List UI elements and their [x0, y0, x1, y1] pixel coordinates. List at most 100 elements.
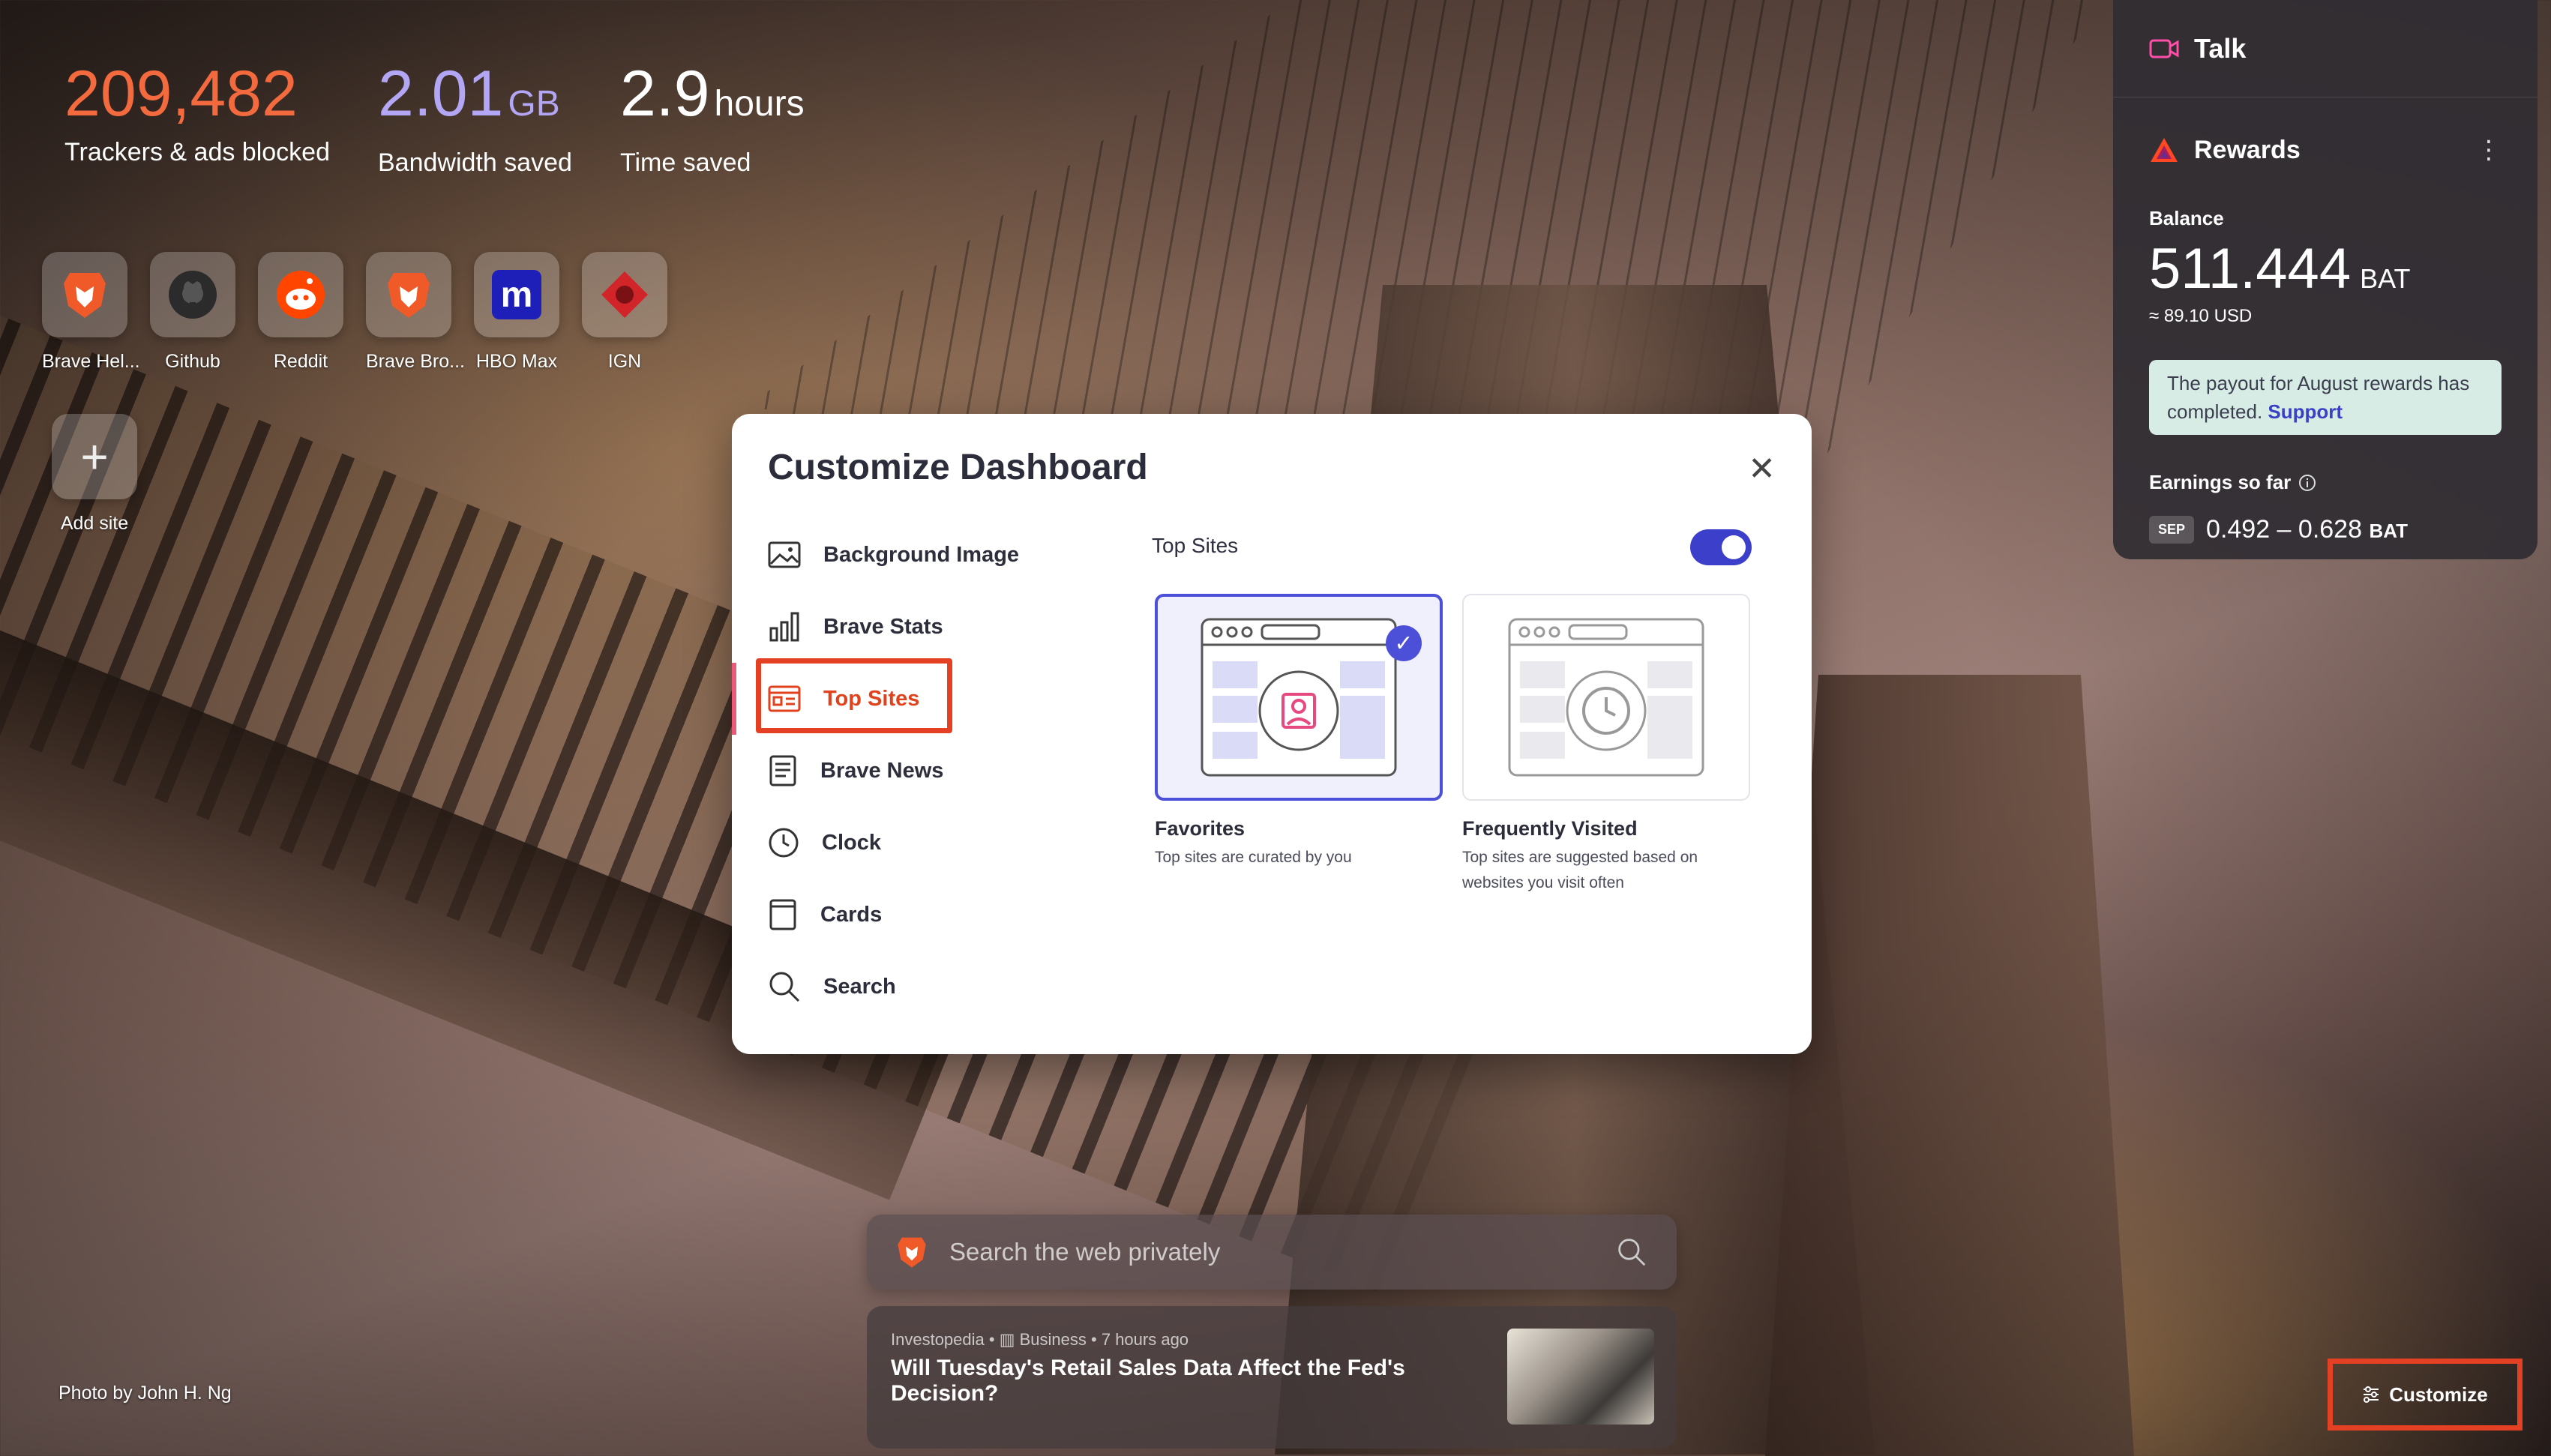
earnings-value: 0.492 – 0.628 BAT: [2206, 515, 2408, 544]
tile-icon-wrap: [258, 252, 343, 337]
github-icon: [169, 271, 217, 319]
section-title: Top Sites: [1152, 534, 1239, 557]
option-name: Frequently Visited: [1462, 817, 1638, 840]
close-icon[interactable]: ✕: [1748, 453, 1776, 486]
news-category: Business: [1019, 1330, 1087, 1349]
top-sites-grid: Brave Hel... Github Reddit Brave Bro... …: [42, 252, 667, 373]
trackers-value: 209,482: [64, 58, 298, 130]
top-sites-highlight-box: [756, 658, 952, 733]
earnings-row: SEP 0.492 – 0.628 BAT: [2149, 515, 2502, 544]
bandwidth-number: 2.01 GB: [378, 52, 572, 145]
earnings-label: Earnings so far: [2149, 471, 2292, 493]
news-title[interactable]: Will Tuesday's Retail Sales Data Affect …: [891, 1356, 1491, 1407]
tile-icon-wrap: [582, 252, 667, 337]
frequently-visited-illustration-icon: [1508, 618, 1704, 777]
top-site-tile[interactable]: Reddit: [258, 252, 343, 373]
nav-item-search[interactable]: Search: [732, 951, 1107, 1023]
search-icon[interactable]: [1617, 1237, 1647, 1267]
news-thumbnail[interactable]: [1507, 1329, 1654, 1425]
bat-triangle-icon: [2151, 138, 2178, 162]
stat-time: 2.9 hours Time saved: [620, 52, 805, 178]
tile-label: Github: [165, 351, 220, 372]
talk-widget-header[interactable]: Talk: [2113, 0, 2538, 97]
bandwidth-value: 2.01: [378, 58, 504, 130]
tile-label: Brave Bro...: [366, 351, 465, 372]
cards-icon: [769, 899, 796, 930]
earnings-unit: BAT: [2369, 520, 2408, 542]
time-unit: hours: [714, 84, 805, 124]
settings-nav: Background Image Brave Stats Top Sites B…: [732, 519, 1107, 1023]
brave-logo-icon: [898, 1237, 926, 1268]
news-icon: [769, 755, 796, 786]
tile-label: HBO Max: [475, 351, 558, 372]
brave-lion-icon: [388, 273, 430, 318]
rewards-title: Rewards: [2194, 135, 2301, 164]
add-site-tile[interactable]: + Add site: [42, 414, 147, 535]
clock-icon: [769, 828, 799, 858]
reddit-icon: [277, 271, 325, 319]
earnings-month-badge: SEP: [2149, 516, 2195, 544]
top-site-tile[interactable]: Brave Hel...: [42, 252, 140, 373]
bar-chart-icon: [769, 612, 799, 642]
dialog-title: Customize Dashboard: [768, 448, 1148, 487]
background-bridge-tower-2: [1762, 675, 2137, 1456]
news-source: Investopedia: [891, 1330, 985, 1349]
search-input[interactable]: [949, 1238, 1617, 1266]
nav-item-cards[interactable]: Cards: [732, 879, 1107, 951]
earnings-range: 0.492 – 0.628: [2206, 515, 2362, 544]
top-sites-toggle[interactable]: [1690, 529, 1752, 565]
top-site-tile[interactable]: Brave Bro...: [366, 252, 465, 373]
balance-label: Balance: [2149, 207, 2224, 229]
nav-label: Cards: [820, 902, 883, 927]
balance-value: 511.444: [2149, 237, 2352, 301]
customize-dashboard-dialog: Customize Dashboard ✕ Background Image B…: [732, 414, 1812, 1054]
ign-icon: [601, 271, 648, 318]
building-icon: ▥: [999, 1330, 1015, 1349]
rewards-widget: Talk Rewards ⋮ Balance 511.444 BAT ≈ 89.…: [2113, 0, 2538, 559]
nav-label: Background Image: [823, 542, 1020, 567]
brave-stats: 209,482 Trackers & ads blocked 2.01 GB Ba…: [64, 52, 805, 178]
tile-icon-wrap: m: [474, 252, 559, 337]
nav-item-brave-news[interactable]: Brave News: [732, 735, 1107, 807]
sliders-icon: [2364, 1386, 2379, 1403]
tile-icon-wrap: [42, 252, 127, 337]
plus-icon: +: [52, 414, 137, 499]
talk-label: Talk: [2194, 32, 2247, 64]
frequently-visited-card[interactable]: [1462, 594, 1750, 801]
nav-item-clock[interactable]: Clock: [732, 807, 1107, 879]
balance: 511.444 BAT: [2149, 236, 2502, 301]
add-site-label: Add site: [60, 513, 129, 534]
time-value: 2.9: [619, 58, 710, 130]
image-icon: [768, 541, 801, 568]
more-menu-icon[interactable]: ⋮: [2476, 135, 2502, 165]
nav-item-brave-stats[interactable]: Brave Stats: [732, 591, 1107, 663]
info-icon[interactable]: [2298, 474, 2316, 492]
rewards-header: Rewards ⋮: [2149, 120, 2502, 180]
tile-icon-wrap: [366, 252, 451, 337]
option-favorites[interactable]: ✓ Favorites Top sites are curated by you: [1155, 594, 1443, 870]
tile-label: Reddit: [273, 351, 328, 372]
top-site-tile[interactable]: IGN: [582, 252, 667, 373]
nav-label: Clock: [822, 830, 881, 855]
support-link[interactable]: Support: [2268, 400, 2343, 423]
nav-label: Brave Stats: [823, 614, 943, 639]
payout-notice: The payout for August rewards has comple…: [2149, 360, 2502, 435]
tile-label: Brave Hel...: [42, 351, 140, 372]
stat-bandwidth: 2.01 GB Bandwidth saved: [378, 52, 572, 178]
customize-label: Customize: [2389, 1383, 2488, 1406]
option-desc: Top sites are curated by you: [1155, 849, 1352, 866]
top-site-tile[interactable]: m HBO Max: [474, 252, 559, 373]
nav-label: Brave News: [820, 758, 944, 783]
top-site-tile[interactable]: Github: [150, 252, 235, 373]
option-desc: Top sites are suggested based on website…: [1462, 849, 1698, 891]
search-bar[interactable]: [867, 1215, 1677, 1290]
bandwidth-unit: GB: [508, 84, 560, 124]
stat-trackers: 209,482 Trackers & ads blocked: [64, 52, 330, 178]
nav-item-background-image[interactable]: Background Image: [732, 519, 1107, 591]
time-label: Time saved: [619, 148, 751, 177]
favorites-card[interactable]: ✓: [1155, 594, 1443, 801]
option-frequently-visited[interactable]: Frequently Visited Top sites are suggest…: [1462, 594, 1750, 896]
customize-button[interactable]: Customize: [2328, 1359, 2523, 1431]
news-card[interactable]: Investopedia • ▥ Business • 7 hours ago …: [867, 1306, 1677, 1449]
option-name: Favorites: [1155, 817, 1246, 840]
